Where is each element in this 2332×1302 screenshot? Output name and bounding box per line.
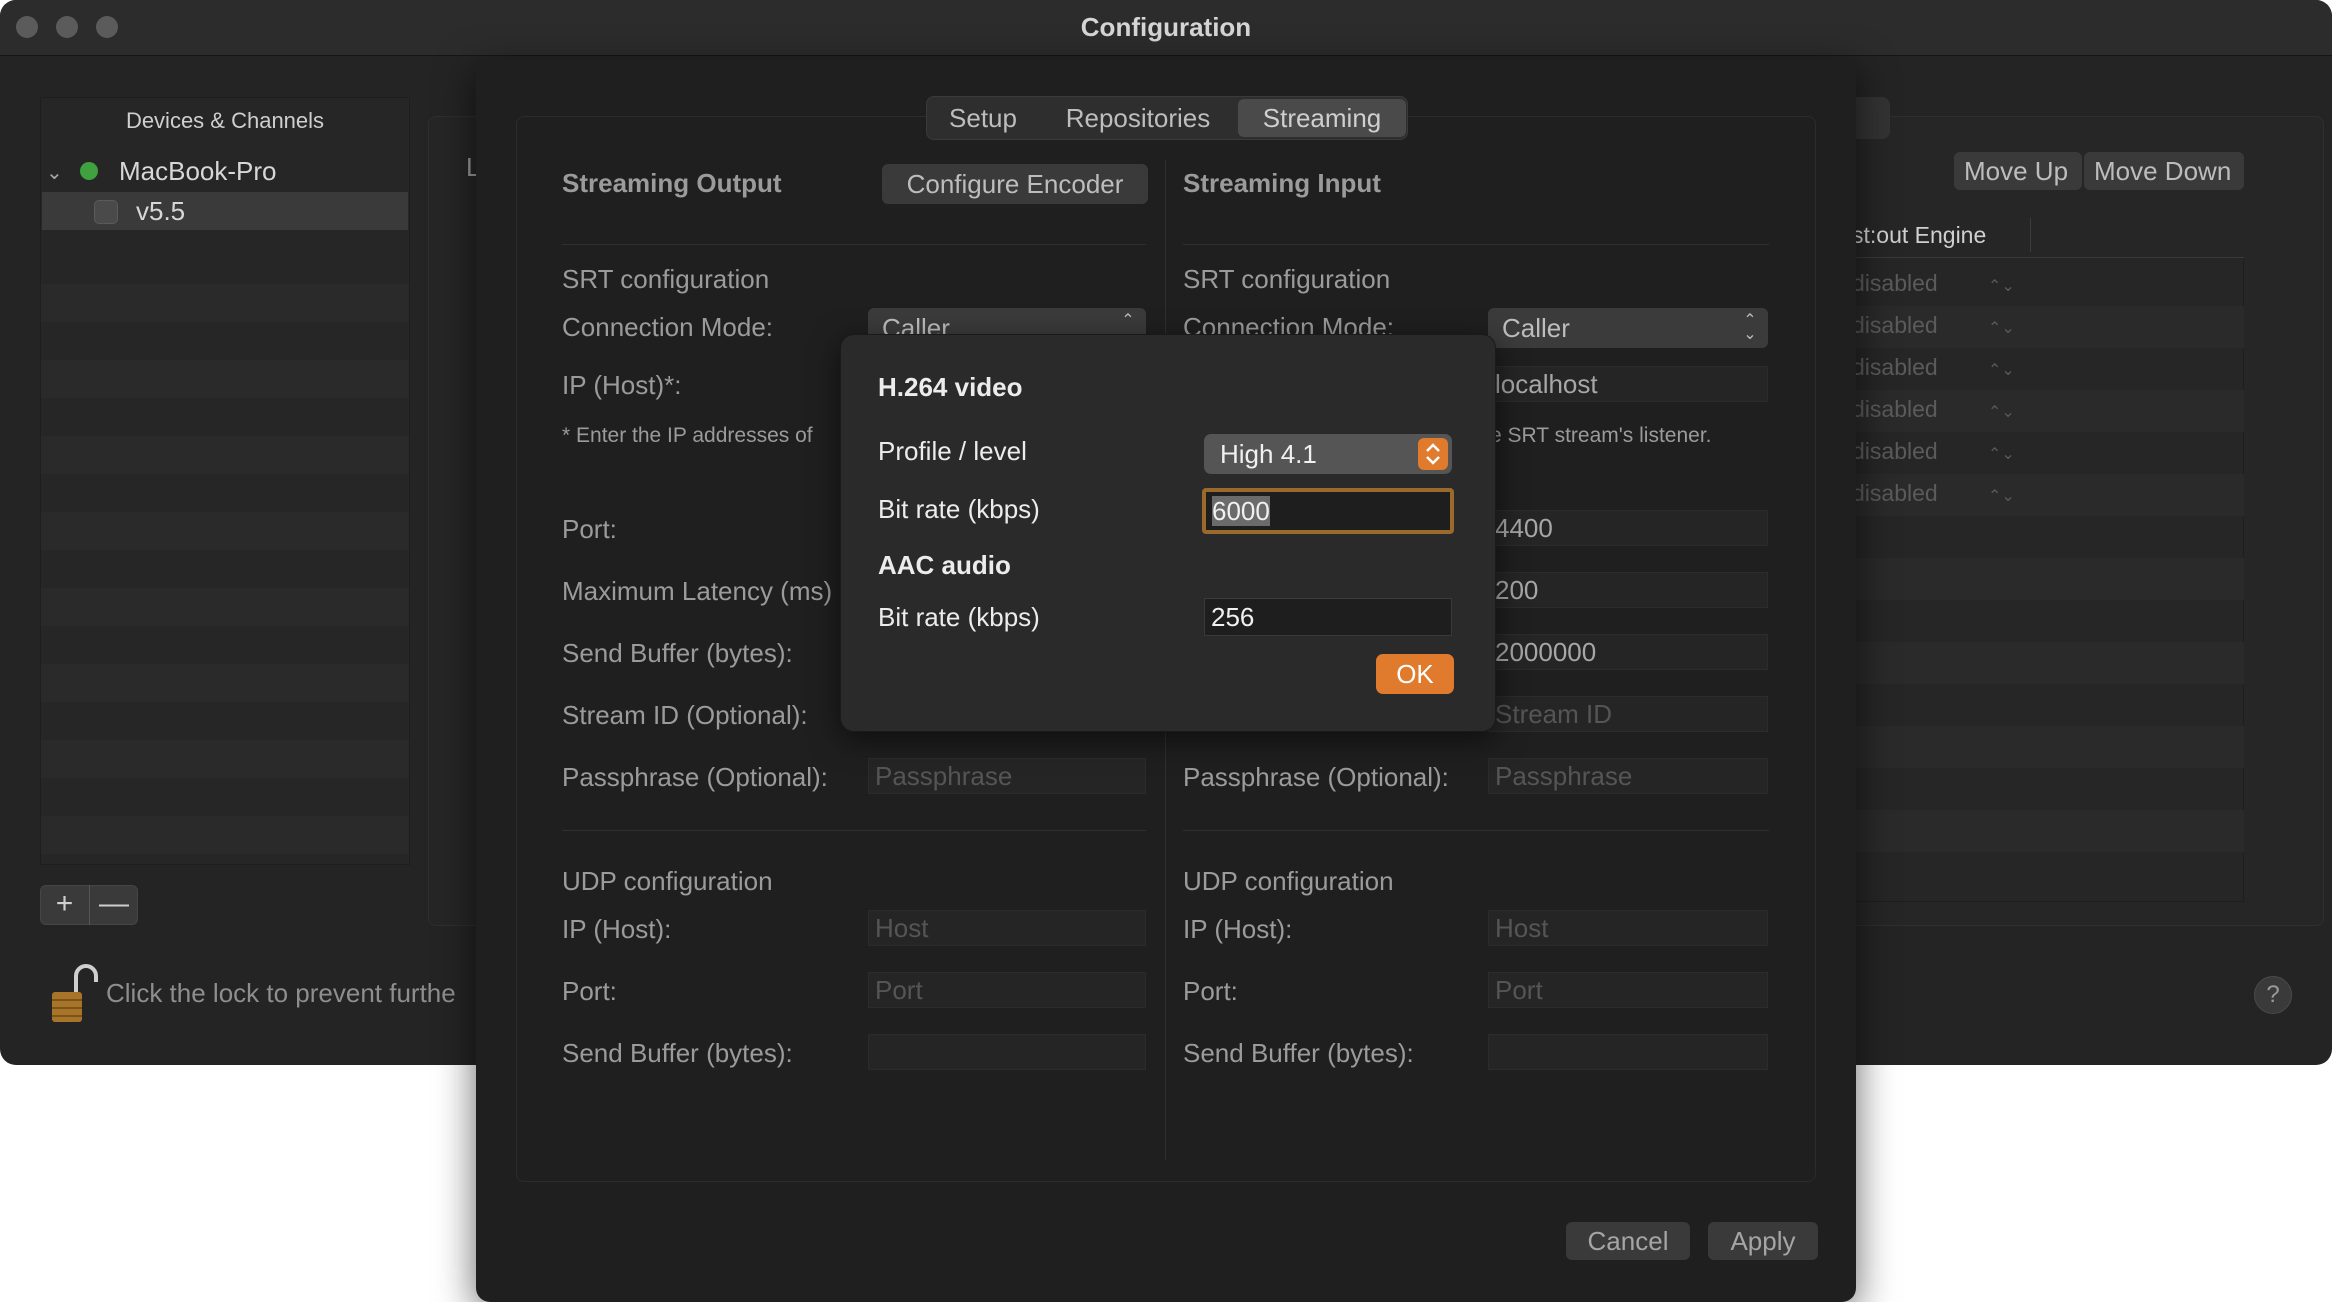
- udp-configuration-heading: UDP configuration: [562, 866, 773, 896]
- input-udp-send-buffer-label: Send Buffer (bytes):: [1183, 1038, 1414, 1068]
- input-udp-port-input[interactable]: Port: [1488, 972, 1768, 1008]
- h264-video-heading: H.264 video: [878, 372, 1023, 402]
- input-srt-configuration-heading: SRT configuration: [1183, 264, 1391, 294]
- remove-button[interactable]: —: [89, 885, 138, 925]
- output-passphrase-input[interactable]: Passphrase: [868, 758, 1146, 794]
- tab-streaming[interactable]: Streaming: [1238, 100, 1406, 136]
- cancel-button[interactable]: Cancel: [1566, 1222, 1690, 1260]
- input-latency-input[interactable]: 200: [1488, 572, 1768, 608]
- send-buffer-label: Send Buffer (bytes):: [562, 638, 793, 668]
- table-row[interactable]: disabled ⌃⌄: [1848, 432, 2244, 474]
- ip-host-label: IP (Host)*:: [562, 370, 682, 400]
- table-row[interactable]: disabled ⌃⌄: [1848, 474, 2244, 516]
- table-row[interactable]: disabled ⌃⌄: [1848, 306, 2244, 348]
- table-row[interactable]: disabled ⌃⌄: [1848, 264, 2244, 306]
- up-down-chevron-icon: ⌃⌄: [1988, 488, 2015, 505]
- audio-bitrate-input[interactable]: 256: [1204, 598, 1452, 636]
- ok-button[interactable]: OK: [1376, 654, 1454, 694]
- connection-mode-label: Connection Mode:: [562, 312, 774, 342]
- video-bitrate-value: 6000: [1212, 496, 1270, 526]
- help-button[interactable]: ?: [2254, 976, 2292, 1014]
- video-bitrate-label: Bit rate (kbps): [878, 494, 1040, 524]
- sidebar-item-macbook-pro[interactable]: MacBook-Pro: [119, 156, 277, 187]
- input-udp-configuration-heading: UDP configuration: [1183, 866, 1394, 896]
- srt-configuration-heading: SRT configuration: [562, 264, 770, 294]
- up-down-chevron-icon: ⌃⌄: [1988, 404, 2015, 421]
- up-down-chevron-icon[interactable]: [1418, 438, 1448, 470]
- channel-label: v5.5: [136, 196, 186, 226]
- aac-audio-heading: AAC audio: [878, 550, 1011, 580]
- input-udp-host-input[interactable]: Host: [1488, 910, 1768, 946]
- apply-button[interactable]: Apply: [1708, 1222, 1818, 1260]
- ip-note: * Enter the IP addresses of: [562, 424, 813, 447]
- output-udp-send-buffer-input[interactable]: [868, 1034, 1146, 1070]
- input-udp-port-label: Port:: [1183, 976, 1238, 1006]
- up-down-chevron-icon: ⌃⌄: [1988, 278, 2015, 295]
- table-row[interactable]: disabled ⌃⌄: [1848, 390, 2244, 432]
- move-down-button[interactable]: Move Down: [2084, 152, 2244, 190]
- input-udp-send-buffer-input[interactable]: [1488, 1034, 1768, 1070]
- window-title: Configuration: [1080, 12, 1252, 42]
- input-stream-id-input[interactable]: Stream ID: [1488, 696, 1768, 732]
- table-header-engine: st:out Engine: [1852, 222, 1987, 248]
- streaming-output-title: Streaming Output: [562, 168, 782, 198]
- up-down-chevron-icon: ⌃⌄: [1988, 320, 2015, 337]
- move-up-button[interactable]: Move Up: [1954, 152, 2082, 190]
- streaming-input-title: Streaming Input: [1183, 168, 1381, 198]
- input-ip-note: e SRT stream's listener.: [1490, 424, 1712, 447]
- input-send-buffer-input[interactable]: 2000000: [1488, 634, 1768, 670]
- add-button[interactable]: +: [40, 885, 89, 925]
- input-udp-ip-label: IP (Host):: [1183, 914, 1293, 944]
- input-ip-host-input[interactable]: localhost: [1488, 366, 1768, 402]
- input-passphrase-label: Passphrase (Optional):: [1183, 762, 1449, 792]
- tab-setup[interactable]: Setup: [932, 100, 1034, 136]
- input-connection-mode-select[interactable]: Caller ⌃ ⌄: [1488, 308, 1768, 348]
- profile-level-select[interactable]: High 4.1: [1204, 434, 1452, 474]
- tab-repositories[interactable]: Repositories: [1050, 100, 1226, 136]
- configure-encoder-button[interactable]: Configure Encoder: [882, 164, 1148, 204]
- udp-ip-label: IP (Host):: [562, 914, 672, 944]
- lock-hint-text: Click the lock to prevent furthe: [106, 978, 456, 1008]
- audio-bitrate-label: Bit rate (kbps): [878, 602, 1040, 632]
- sidebar-header: Devices & Channels: [125, 108, 325, 133]
- table-row[interactable]: disabled ⌃⌄: [1848, 348, 2244, 390]
- port-label: Port:: [562, 514, 617, 544]
- max-latency-label: Maximum Latency (ms): [562, 576, 833, 606]
- lock-icon[interactable]: [48, 962, 98, 1024]
- profile-level-label: Profile / level: [878, 436, 1027, 466]
- input-port-input[interactable]: 4400: [1488, 510, 1768, 546]
- channel-checkbox[interactable]: [94, 200, 118, 224]
- up-down-chevron-icon: ⌃⌄: [1988, 446, 2015, 463]
- output-udp-host-input[interactable]: Host: [868, 910, 1146, 946]
- input-passphrase-input[interactable]: Passphrase: [1488, 758, 1768, 794]
- up-down-chevron-icon: ⌃⌄: [1988, 362, 2015, 379]
- status-online-icon: [80, 162, 98, 180]
- video-bitrate-input[interactable]: 6000: [1202, 488, 1454, 534]
- output-udp-port-input[interactable]: Port: [868, 972, 1146, 1008]
- stream-id-label: Stream ID (Optional):: [562, 700, 808, 730]
- udp-send-buffer-label: Send Buffer (bytes):: [562, 1038, 793, 1068]
- passphrase-label: Passphrase (Optional):: [562, 762, 828, 792]
- chevron-down-icon[interactable]: ⌄: [46, 160, 63, 185]
- udp-port-label: Port:: [562, 976, 617, 1006]
- up-down-chevron-icon: ⌃⌄: [1743, 312, 1757, 343]
